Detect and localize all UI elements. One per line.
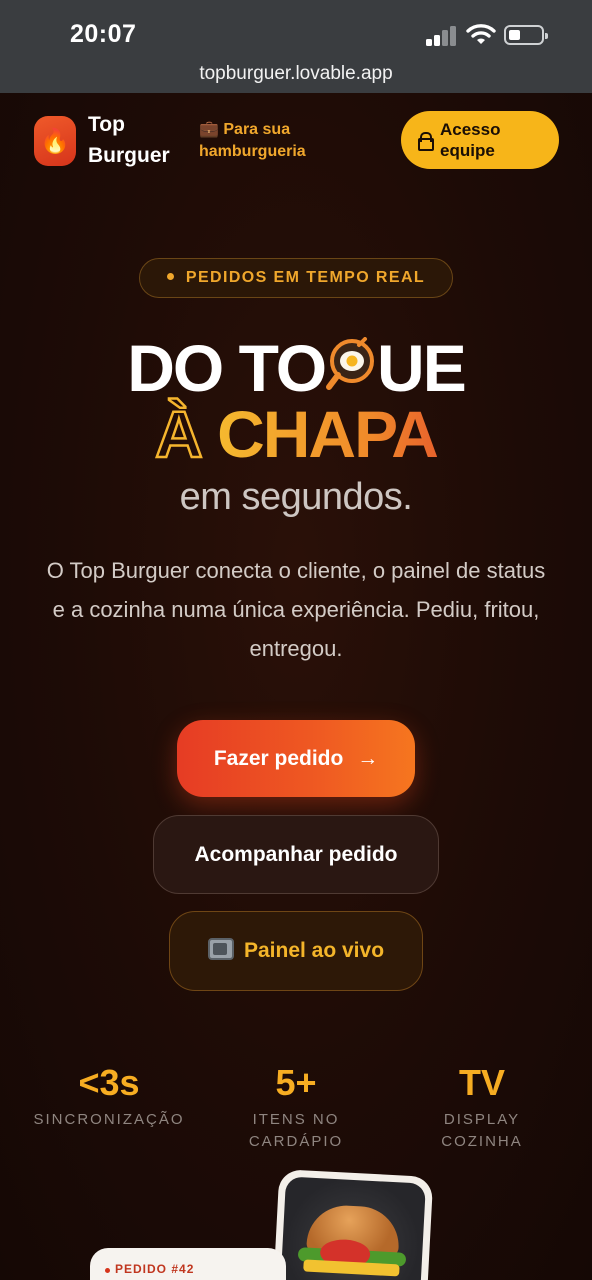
stat-label: SINCRONIZAÇÃO bbox=[33, 1111, 185, 1128]
for-business-line1: Para sua bbox=[223, 121, 291, 138]
realtime-badge-label: PEDIDOS EM TEMPO REAL bbox=[185, 269, 426, 286]
status-bar: 20:07 bbox=[0, 0, 592, 60]
order-preview-card: PEDIDO #42 bbox=[90, 1248, 286, 1280]
hero-title-part1: DO TO bbox=[127, 331, 327, 405]
stat-menu-items: 5+ ITENS NO CARDÁPIO bbox=[222, 1063, 370, 1153]
stat-label-line1: DISPLAY bbox=[443, 1111, 521, 1128]
landing-page: 🔥 Top Burguer 💼 Para sua hamburgueria Ac… bbox=[0, 93, 592, 1280]
for-business-link[interactable]: 💼 Para sua hamburgueria bbox=[199, 119, 306, 163]
lock-icon bbox=[418, 132, 434, 151]
brand-name[interactable]: Top Burguer bbox=[88, 109, 170, 171]
brand-name-line1: Top bbox=[88, 113, 125, 136]
status-time: 20:07 bbox=[70, 20, 137, 48]
place-order-button[interactable]: Fazer pedido → bbox=[177, 720, 415, 797]
hero-subtitle: em segundos. bbox=[179, 476, 413, 518]
stat-label-line2: COZINHA bbox=[441, 1133, 523, 1150]
stat-value: <3s bbox=[78, 1062, 140, 1103]
url-bar[interactable]: topburguer.lovable.app bbox=[0, 60, 592, 93]
track-order-label: Acompanhar pedido bbox=[194, 843, 398, 866]
brand-name-line2: Burguer bbox=[88, 144, 170, 167]
team-access-line1: Acesso bbox=[440, 120, 501, 139]
wifi-icon bbox=[466, 22, 496, 46]
stat-label-line1: ITENS NO bbox=[252, 1111, 340, 1128]
stat-label: DISPLAY COZINHA bbox=[410, 1109, 554, 1153]
tv-icon bbox=[207, 938, 234, 960]
stat-value: 5+ bbox=[275, 1062, 317, 1103]
flame-icon: 🔥 bbox=[40, 127, 70, 155]
track-order-button[interactable]: Acompanhar pedido bbox=[153, 815, 439, 894]
hero-description: O Top Burguer conecta o cliente, o paine… bbox=[46, 558, 546, 661]
for-business-line2: hamburgueria bbox=[199, 143, 306, 160]
realtime-badge: PEDIDOS EM TEMPO REAL bbox=[139, 258, 453, 298]
hero-title-line1: DO TO UE bbox=[0, 333, 592, 403]
briefcase-icon: 💼 bbox=[199, 121, 219, 138]
burger-photo-card bbox=[272, 1169, 434, 1280]
status-dot-icon bbox=[105, 1268, 110, 1273]
stat-kitchen-display: TV DISPLAY COZINHA bbox=[410, 1063, 554, 1153]
live-dot-icon bbox=[166, 272, 174, 280]
hero-title-line2: À CHAPA bbox=[0, 397, 592, 472]
stat-sync: <3s SINCRONIZAÇÃO bbox=[30, 1063, 188, 1131]
stat-value: TV bbox=[458, 1062, 505, 1103]
url-text: topburguer.lovable.app bbox=[199, 63, 393, 84]
team-access-line2: equipe bbox=[440, 141, 495, 160]
team-access-button[interactable]: Acesso equipe bbox=[401, 111, 559, 169]
hero-title-part4: CHAPA bbox=[217, 397, 439, 471]
stat-label-line2: CARDÁPIO bbox=[248, 1133, 344, 1150]
brand-logo[interactable]: 🔥 bbox=[34, 116, 76, 166]
order-tag: PEDIDO #42 bbox=[115, 1262, 195, 1276]
hero-title-part3: À bbox=[154, 397, 204, 472]
battery-icon bbox=[504, 25, 548, 45]
place-order-label: Fazer pedido bbox=[213, 747, 344, 770]
burger-image bbox=[279, 1176, 426, 1280]
stat-label: ITENS NO CARDÁPIO bbox=[222, 1109, 370, 1153]
live-panel-label: Painel ao vivo bbox=[243, 939, 385, 962]
live-panel-button[interactable]: Painel ao vivo bbox=[169, 911, 423, 991]
hero-title-part2: UE bbox=[377, 331, 467, 405]
cellular-signal-icon bbox=[426, 24, 458, 46]
frying-pan-egg-icon bbox=[325, 337, 377, 390]
arrow-right-icon: → bbox=[357, 747, 379, 770]
